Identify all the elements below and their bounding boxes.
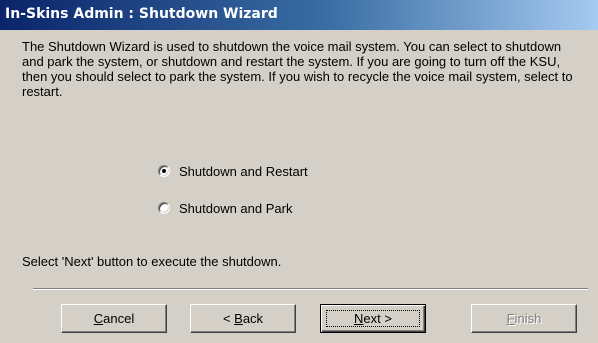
button-separator bbox=[33, 288, 588, 290]
wizard-description: The Shutdown Wizard is used to shutdown … bbox=[22, 39, 573, 99]
radio-shutdown-park-label[interactable]: Shutdown and Park bbox=[179, 201, 292, 216]
title-bar[interactable]: In-Skins Admin : Shutdown Wizard bbox=[0, 0, 598, 30]
finish-button: Finish bbox=[471, 304, 577, 333]
window-title: In-Skins Admin : Shutdown Wizard bbox=[5, 6, 278, 22]
cancel-mnemonic: C bbox=[93, 311, 104, 326]
radio-shutdown-restart-label[interactable]: Shutdown and Restart bbox=[179, 164, 308, 179]
instruction-text: Select 'Next' button to execute the shut… bbox=[22, 254, 282, 269]
back-label-rest: ack bbox=[242, 311, 264, 326]
finish-label-rest: inish bbox=[514, 311, 542, 326]
next-button-label: Next > bbox=[354, 311, 392, 326]
radio-shutdown-park[interactable]: Shutdown and Park bbox=[158, 199, 292, 217]
back-prefix: < bbox=[222, 311, 235, 326]
back-mnemonic: B bbox=[234, 311, 243, 326]
radio-shutdown-restart[interactable]: Shutdown and Restart bbox=[158, 162, 308, 180]
next-mnemonic: N bbox=[354, 311, 364, 326]
next-button[interactable]: Next > bbox=[320, 304, 426, 333]
finish-button-label: Finish bbox=[507, 311, 542, 326]
cancel-label-rest: ancel bbox=[103, 311, 135, 326]
radio-selected-icon[interactable] bbox=[158, 165, 170, 177]
shutdown-wizard-window: In-Skins Admin : Shutdown Wizard The Shu… bbox=[0, 0, 598, 343]
radio-unselected-icon[interactable] bbox=[158, 202, 170, 214]
next-label-rest: ext > bbox=[363, 311, 392, 326]
back-button-label: < Back bbox=[223, 311, 263, 326]
cancel-button-label: Cancel bbox=[94, 311, 134, 326]
cancel-button[interactable]: Cancel bbox=[61, 304, 167, 333]
back-button[interactable]: < Back bbox=[190, 304, 296, 333]
finish-mnemonic: F bbox=[506, 311, 515, 326]
